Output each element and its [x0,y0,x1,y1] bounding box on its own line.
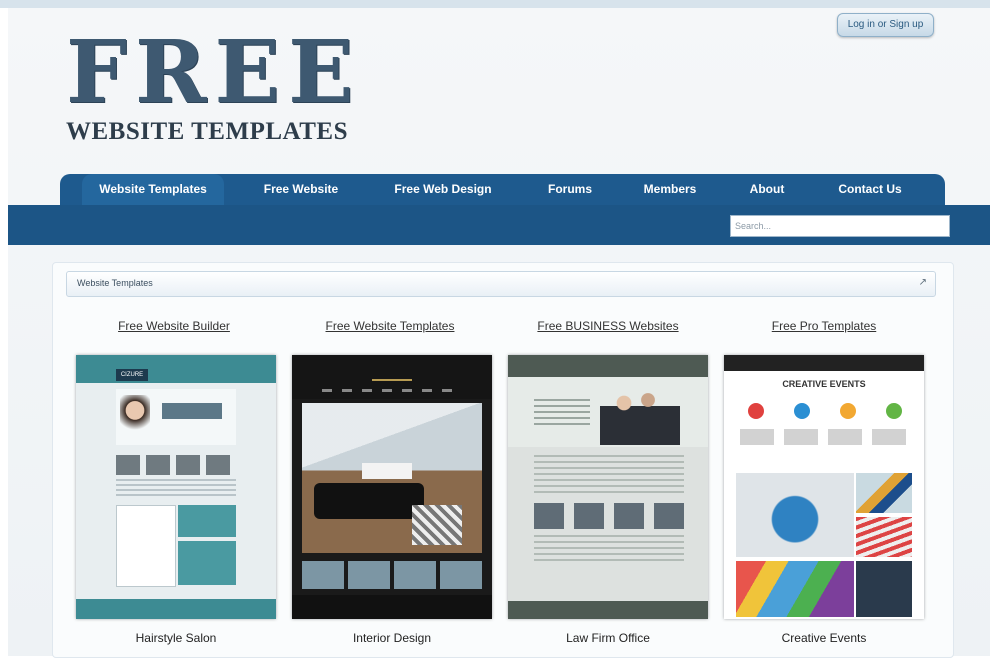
search-input[interactable]: Search... [730,215,950,237]
nav-item-members[interactable]: Members [628,174,712,205]
section-title: Website Templates [77,278,153,288]
nav-item-free-website[interactable]: Free Website [246,174,356,205]
link-free-website-templates[interactable]: Free Website Templates [290,319,490,333]
nav-item-website-templates[interactable]: Website Templates [82,174,224,205]
link-free-pro-templates[interactable]: Free Pro Templates [724,319,924,333]
thumbnail-logo-text: CIZURE [116,369,148,381]
site-logo[interactable]: FREE WEBSITE TEMPLATES [66,30,362,146]
thumbnail-title-text: CREATIVE EVENTS [782,379,866,389]
thumbnail-hairstyle-salon[interactable]: CIZURE [76,355,276,619]
thumbnail-creative-events[interactable]: CREATIVE EVENTS [724,355,924,619]
expand-icon[interactable]: ↗ [919,277,927,288]
link-free-website-builder[interactable]: Free Website Builder [74,319,274,333]
nav-item-forums[interactable]: Forums [530,174,610,205]
caption-law-firm-office: Law Firm Office [566,631,650,645]
thumbnail-interior-design[interactable] [292,355,492,619]
thumbnail-law-firm-office[interactable] [508,355,708,619]
section-header: Website Templates ↗ [66,271,936,297]
logo-subtitle: WEBSITE TEMPLATES [66,118,348,145]
caption-creative-events: Creative Events [781,631,867,645]
top-border [0,0,990,8]
caption-hairstyle-salon: Hairstyle Salon [135,631,217,645]
logo-title: FREE [66,22,362,123]
nav-item-contact-us[interactable]: Contact Us [820,174,920,205]
nav-item-free-web-design[interactable]: Free Web Design [378,174,508,205]
nav-item-about[interactable]: About [732,174,802,205]
caption-interior-design: Interior Design [352,631,432,645]
link-free-business-websites[interactable]: Free BUSINESS Websites [508,319,708,333]
login-signup-button[interactable]: Log in or Sign up [837,13,934,37]
